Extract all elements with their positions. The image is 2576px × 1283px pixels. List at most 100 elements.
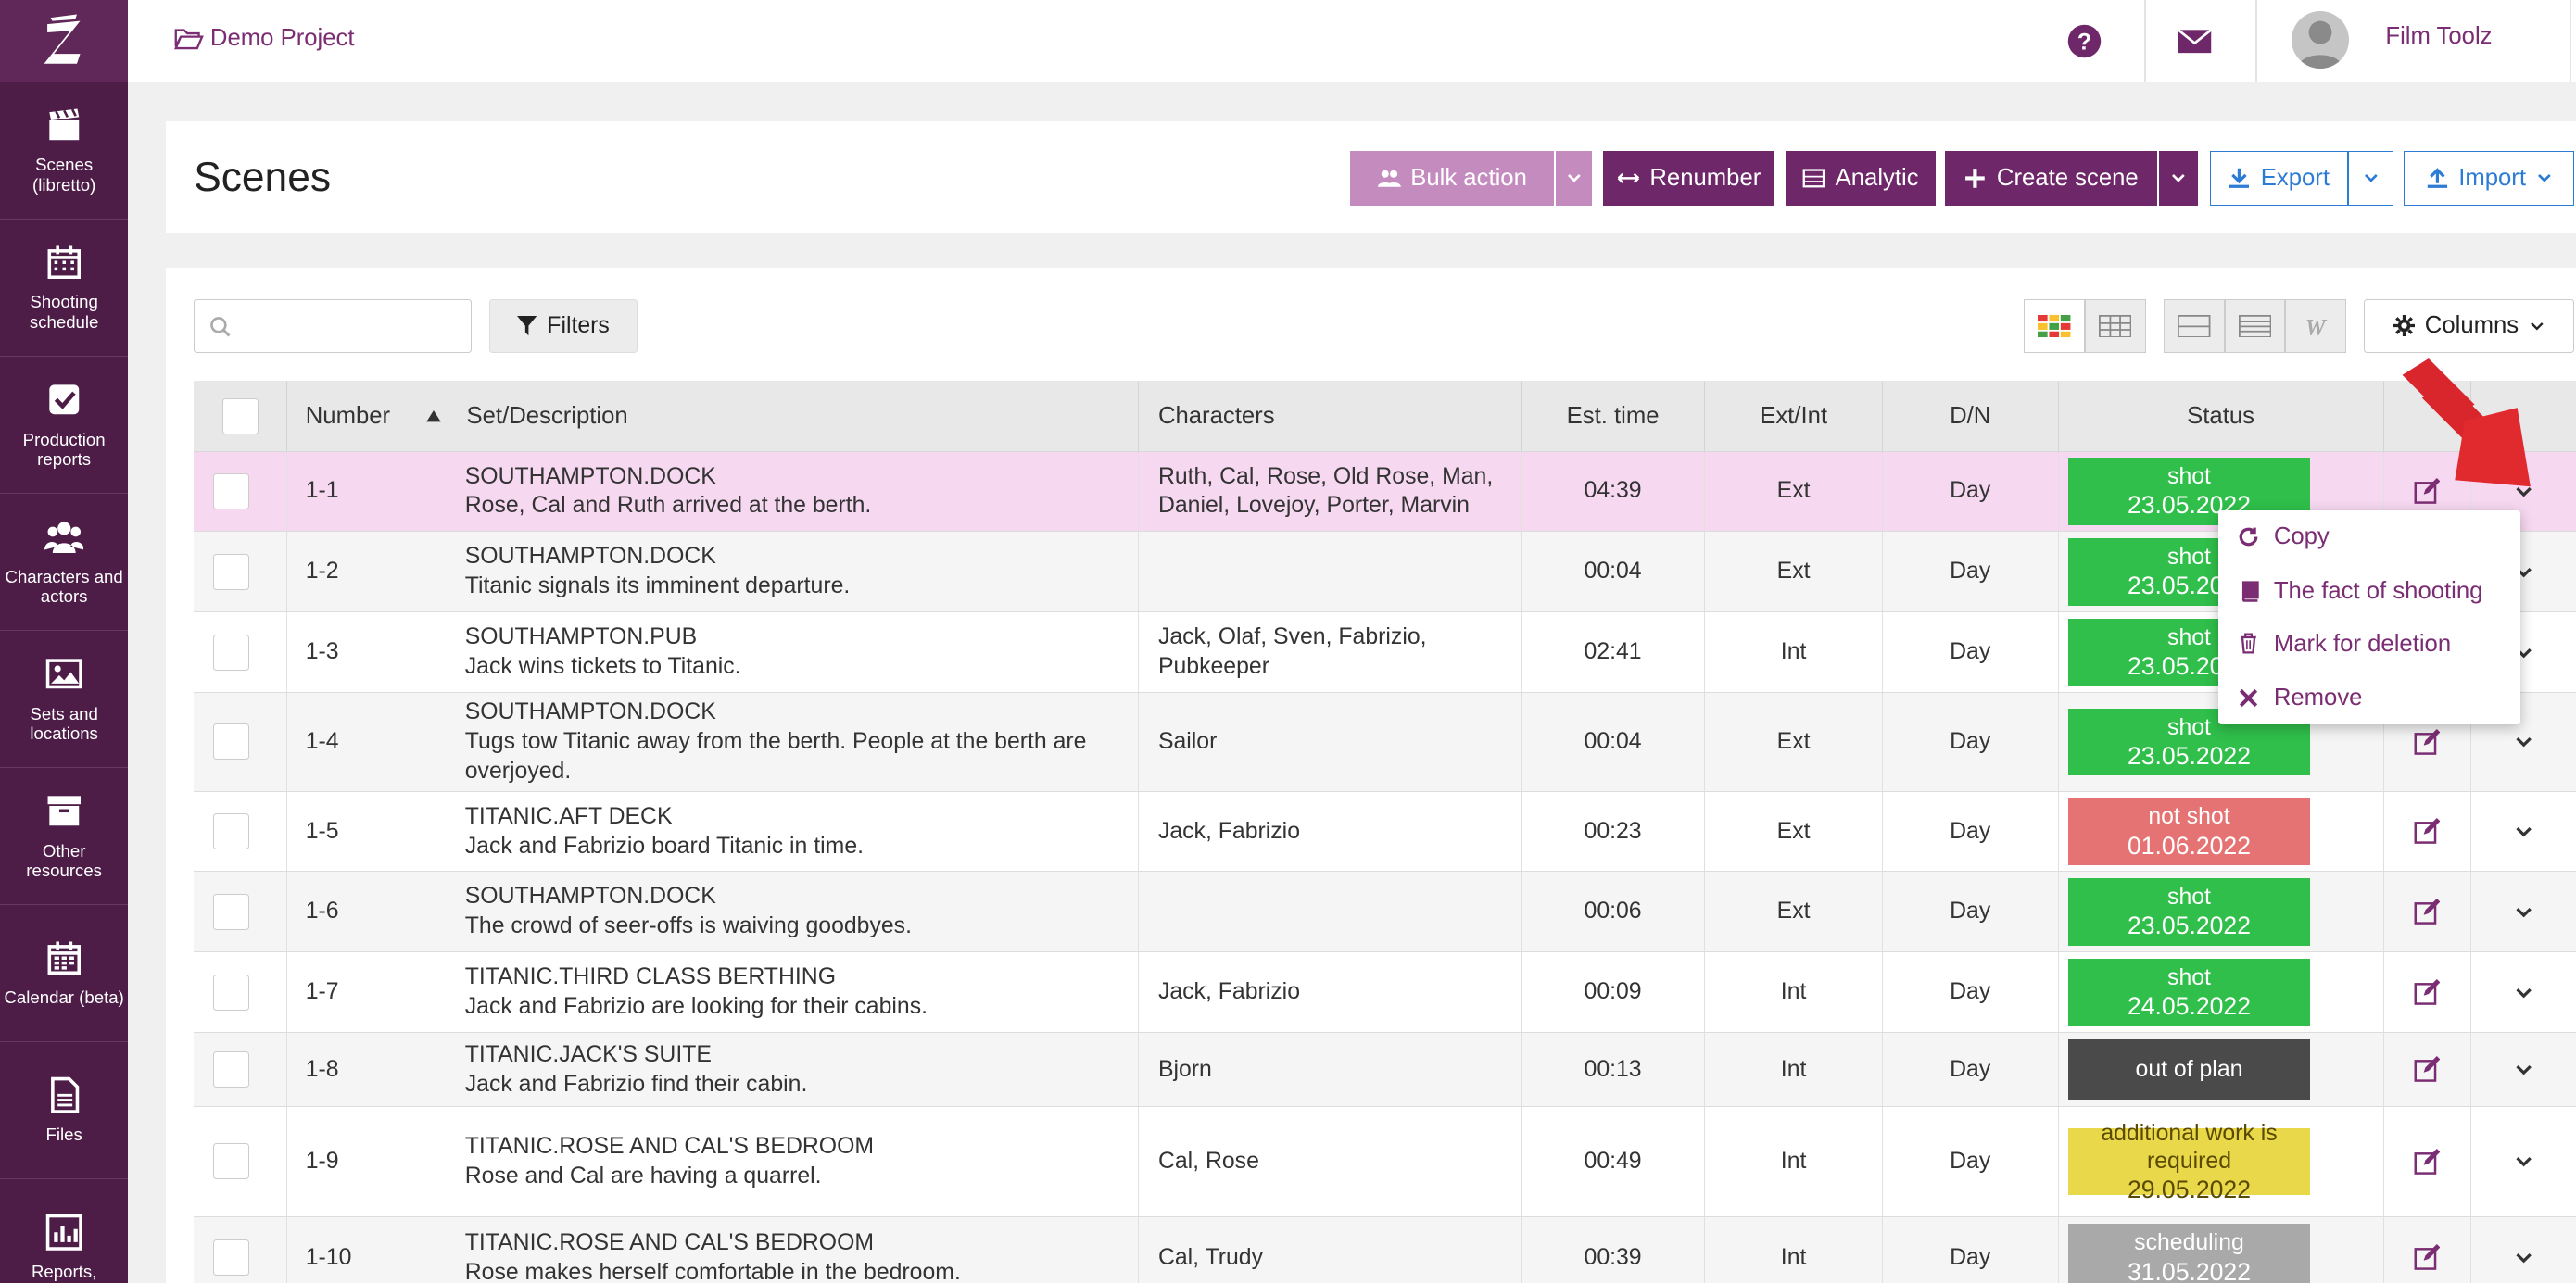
row-checkbox[interactable]	[213, 634, 250, 671]
header-time[interactable]: Est. time	[1522, 381, 1706, 452]
row-checkbox[interactable]	[213, 723, 250, 761]
row-checkbox[interactable]	[213, 1051, 250, 1088]
edit-icon[interactable]	[2414, 818, 2441, 845]
create-scene-button[interactable]: Create scene	[1945, 151, 2157, 206]
scene-characters: Jaсk, Fabrizio	[1157, 818, 1300, 844]
export-button[interactable]: Export	[2209, 151, 2348, 206]
row-checkbox[interactable]	[213, 472, 250, 509]
bulk-action-button[interactable]: Bulk action	[1350, 151, 1555, 206]
scene-description: Rose, Cal and Ruth arrived at the berth.	[464, 493, 872, 519]
renumber-button[interactable]: Renumber	[1603, 151, 1774, 206]
sidebar-item-2[interactable]: Production reports	[0, 357, 129, 494]
table-row[interactable]: 1-9 TITANIC.ROSE AND CAL'S BEDROOM Rose an…	[194, 1106, 2576, 1217]
scene-day-night: Day	[1950, 1148, 1991, 1174]
chevron-down-icon[interactable]	[2514, 1248, 2533, 1267]
table-row[interactable]: 1-6 SOUTHAMPTON.DOCK The crowd of seer-off…	[194, 872, 2576, 953]
status-badge[interactable]: shot 23.05.2022	[2068, 878, 2310, 946]
columns-button[interactable]: Columns	[2364, 298, 2575, 354]
export-dropdown[interactable]	[2347, 151, 2394, 206]
sidebar-item-8[interactable]: Reports,	[0, 1179, 128, 1283]
row-checkbox[interactable]	[213, 813, 250, 849]
menu-copy[interactable]: Copy	[2238, 519, 2330, 555]
header-set[interactable]: Set/Description	[448, 381, 1139, 452]
sidebar-item-7[interactable]: Files	[0, 1042, 129, 1179]
list-view-button[interactable]	[2224, 298, 2286, 354]
status-label: not shot	[2148, 804, 2230, 830]
select-all-checkbox[interactable]	[221, 397, 259, 434]
project-breadcrumb[interactable]: Demo Project	[173, 25, 355, 52]
import-button[interactable]: Import	[2403, 151, 2575, 206]
chevron-down-icon[interactable]	[2514, 1060, 2533, 1079]
header-dn[interactable]: D/N	[1883, 381, 2059, 452]
chevron-down-icon[interactable]	[2514, 732, 2533, 751]
user-name[interactable]: Film Toolz	[2385, 23, 2492, 50]
sidebar-item-3[interactable]: Characters and actors	[0, 494, 129, 631]
header-number[interactable]: Number	[287, 381, 448, 452]
scene-characters: Cal, Trudy	[1157, 1244, 1264, 1270]
table-view-button[interactable]	[2084, 298, 2146, 354]
edit-icon[interactable]	[2414, 1148, 2441, 1175]
menu-remove[interactable]: Remove	[2238, 680, 2362, 716]
filters-label: Filters	[547, 312, 610, 338]
bar-chart-icon	[45, 1214, 82, 1251]
avatar[interactable]	[2292, 11, 2350, 69]
table-row[interactable]: 1-10 TITANIC.ROSE AND CAL'S BEDROOM Rose m…	[194, 1216, 2576, 1283]
scene-characters: Bjorn	[1157, 1056, 1212, 1082]
status-label: shot	[2167, 965, 2211, 991]
status-date: 29.05.2022	[2127, 1175, 2251, 1203]
row-checkbox[interactable]	[213, 1239, 250, 1277]
menu-fact-of-shooting[interactable]: The fact of shooting	[2238, 573, 2482, 610]
sidebar-item-6[interactable]: Calendar (beta)	[0, 905, 129, 1042]
sidebar-item-5[interactable]: Other resources	[0, 768, 129, 905]
row-checkbox[interactable]	[213, 974, 250, 1011]
header-status-label: Status	[2187, 402, 2254, 429]
mail-icon[interactable]	[2177, 25, 2213, 57]
status-badge[interactable]: out of plan	[2068, 1038, 2310, 1101]
row-checkbox[interactable]	[213, 893, 250, 930]
header-status[interactable]: Status	[2059, 381, 2384, 452]
compact-view-button[interactable]	[2164, 298, 2225, 354]
filters-button[interactable]: Filters	[489, 298, 638, 354]
color-view-button[interactable]	[2024, 298, 2085, 354]
row-context-menu: Copy The fact of shooting Mark for delet…	[2217, 510, 2520, 724]
scene-day-night: Day	[1950, 478, 1991, 504]
header-select-all[interactable]	[194, 381, 288, 452]
list-icon	[2238, 314, 2272, 338]
create-scene-dropdown[interactable]	[2158, 151, 2199, 206]
clapperboard-icon	[49, 108, 80, 141]
chevron-down-icon[interactable]	[2514, 983, 2533, 1002]
scene-est-time: 00:04	[1584, 559, 1642, 585]
status-badge[interactable]: scheduling 31.05.2022	[2068, 1224, 2310, 1283]
status-badge[interactable]: additional work is required 29.05.2022	[2068, 1121, 2310, 1203]
table-row[interactable]: 1-7 TITANIC.THIRD CLASS BERTHING Jack and …	[194, 952, 2576, 1034]
analytic-button[interactable]: Analytic	[1786, 151, 1936, 206]
scene-description: Titanic signals its imminent departure.	[464, 573, 851, 599]
header-extint[interactable]: Ext/Int	[1705, 381, 1883, 452]
row-checkbox[interactable]	[213, 553, 250, 590]
menu-mark-deletion[interactable]: Mark for deletion	[2238, 626, 2451, 662]
chevron-down-icon[interactable]	[2514, 822, 2533, 841]
bulk-action-dropdown[interactable]	[1556, 151, 1593, 206]
search-input[interactable]	[194, 298, 472, 354]
edit-icon[interactable]	[2414, 899, 2441, 925]
sidebar-item-1[interactable]: Shooting schedule	[0, 220, 129, 357]
table-row[interactable]: 1-5 TITANIC.AFT DECK Jack and Fabrizio boa…	[194, 791, 2576, 873]
app-logo[interactable]	[0, 0, 129, 82]
header-characters[interactable]: Characters	[1139, 381, 1522, 452]
word-view-button[interactable]: W	[2285, 298, 2346, 354]
help-icon[interactable]: ?	[2066, 23, 2102, 59]
table-row[interactable]: 1-8 TITANIC.JACK'S SUITE Jack and Fabrizio…	[194, 1033, 2576, 1107]
edit-icon[interactable]	[2414, 1056, 2441, 1083]
status-badge[interactable]: shot 24.05.2022	[2068, 958, 2310, 1026]
sidebar-item-4[interactable]: Sets and locations	[0, 631, 129, 768]
scene-number: 1-7	[305, 979, 339, 1005]
row-checkbox[interactable]	[213, 1143, 250, 1180]
chevron-down-icon[interactable]	[2514, 1151, 2533, 1171]
chevron-down-icon[interactable]	[2514, 902, 2533, 922]
status-badge[interactable]: not shot 01.06.2022	[2068, 798, 2310, 865]
edit-icon[interactable]	[2414, 1244, 2441, 1271]
edit-icon[interactable]	[2414, 979, 2441, 1005]
sidebar-item-0[interactable]: Scenes (libretto)	[0, 82, 129, 220]
edit-icon[interactable]	[2414, 728, 2441, 755]
chevron-down-icon	[2530, 322, 2544, 331]
